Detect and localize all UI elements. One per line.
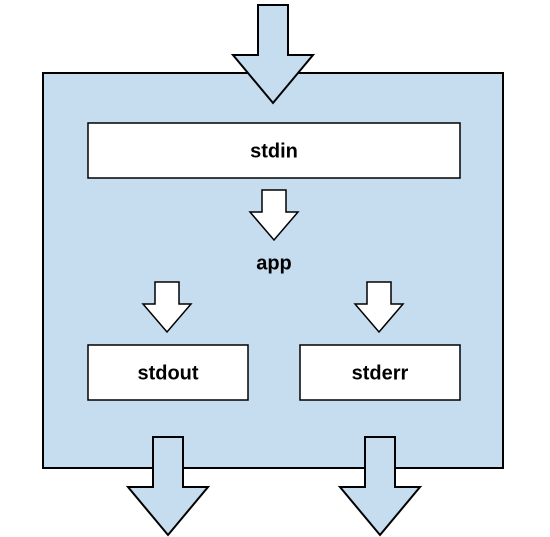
stderr-label: stderr — [352, 362, 409, 384]
io-diagram: stdin app stdout stderr — [0, 0, 550, 537]
stdin-label: stdin — [250, 140, 298, 162]
app-label: app — [256, 252, 292, 274]
stdout-label: stdout — [137, 362, 198, 384]
